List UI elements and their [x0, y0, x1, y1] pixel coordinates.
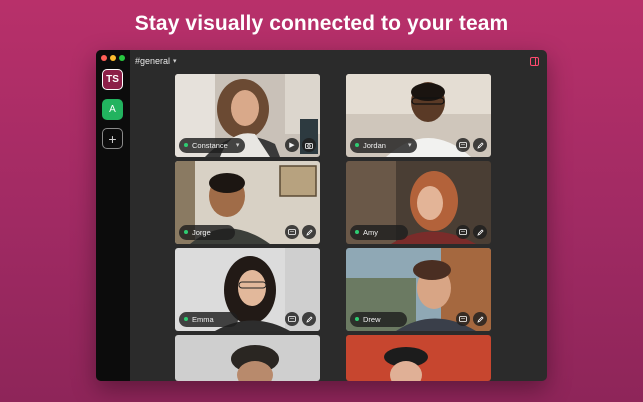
participant-name: Jordan	[363, 140, 386, 150]
close-window-button[interactable]	[101, 55, 107, 61]
workspace-sidebar: TS A +	[96, 50, 130, 381]
chat-icon[interactable]	[456, 138, 470, 152]
participant-name-pill[interactable]: Drew	[350, 311, 407, 327]
pencil-icon[interactable]	[473, 225, 487, 239]
online-status-dot	[355, 230, 359, 234]
app-window: TS A + #general ▾ Constance ▾ ▶ Jordan ▾…	[96, 50, 547, 381]
participant-name-pill[interactable]: Jordan ▾	[350, 137, 418, 153]
online-status-dot	[355, 143, 359, 147]
channel-name: #general	[135, 56, 171, 66]
video-tile-jorge[interactable]: Jorge	[175, 161, 320, 244]
pencil-icon[interactable]	[302, 312, 316, 326]
video-tile-emma[interactable]: Emma	[175, 248, 320, 331]
video-tile-constance[interactable]: Constance ▾ ▶	[175, 74, 320, 157]
chat-icon[interactable]	[285, 312, 299, 326]
participant-name: Constance	[192, 140, 228, 150]
headline: Stay visually connected to your team	[134, 12, 509, 35]
chevron-down-icon: ▾	[407, 142, 412, 149]
chat-icon[interactable]	[456, 312, 470, 326]
pencil-icon[interactable]	[473, 138, 487, 152]
participant-name: Jorge	[192, 227, 211, 237]
online-status-dot	[184, 230, 188, 234]
minimize-window-button[interactable]	[110, 55, 116, 61]
participant-name-pill[interactable]: Jorge	[179, 224, 235, 240]
participant-video	[175, 335, 320, 381]
participant-name: Amy	[363, 227, 378, 237]
add-workspace-button[interactable]: +	[102, 128, 123, 149]
pencil-icon[interactable]	[473, 312, 487, 326]
video-tile-drew[interactable]: Drew	[346, 248, 491, 331]
workspace-a-button[interactable]: A	[102, 99, 123, 120]
workspace-ts-button[interactable]: TS	[102, 69, 123, 90]
zoom-window-button[interactable]	[119, 55, 125, 61]
online-status-dot	[355, 317, 359, 321]
play-icon[interactable]: ▶	[285, 138, 299, 152]
participant-name-pill[interactable]: Constance ▾	[179, 137, 246, 153]
participant-name-pill[interactable]: Emma	[179, 311, 238, 327]
participant-video	[346, 335, 491, 381]
camera-icon[interactable]	[302, 138, 316, 152]
chat-icon[interactable]	[285, 225, 299, 239]
participant-name-pill[interactable]: Amy	[350, 224, 408, 240]
channel-selector[interactable]: #general ▾	[135, 56, 177, 66]
video-tile-amy[interactable]: Amy	[346, 161, 491, 244]
online-status-dot	[184, 317, 188, 321]
participant-name: Drew	[363, 314, 381, 324]
chevron-down-icon: ▾	[235, 142, 240, 149]
video-tile-jordan[interactable]: Jordan ▾	[346, 74, 491, 157]
video-tile-partial[interactable]	[346, 335, 491, 381]
chevron-down-icon: ▾	[173, 58, 177, 65]
sidebar-toggle-icon[interactable]	[530, 57, 539, 66]
chat-icon[interactable]	[456, 225, 470, 239]
participant-name: Emma	[192, 314, 214, 324]
pencil-icon[interactable]	[302, 225, 316, 239]
online-status-dot	[184, 143, 188, 147]
video-tile-partial[interactable]	[175, 335, 320, 381]
